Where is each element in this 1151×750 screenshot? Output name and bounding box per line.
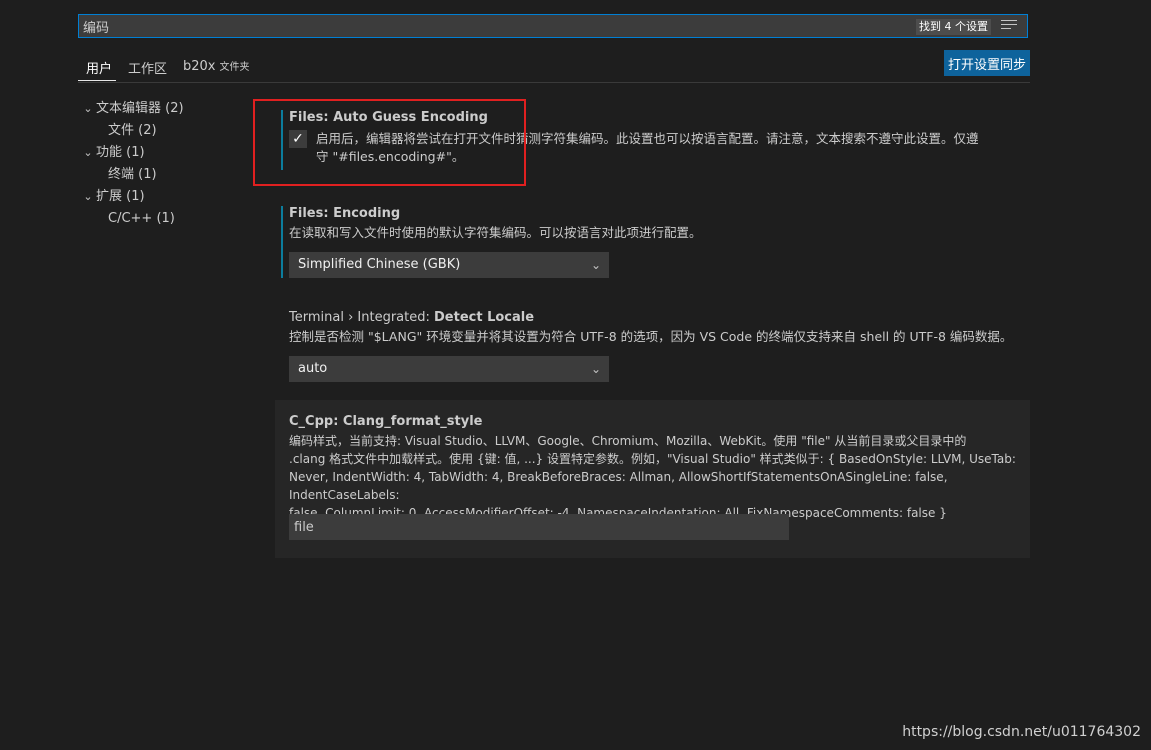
toc-item-files[interactable]: 文件 (2) <box>80 120 260 142</box>
chevron-down-icon: ⌄ <box>83 146 93 159</box>
encoding-select[interactable]: Simplified Chinese (GBK) ⌄ <box>289 252 609 278</box>
setting-name: Auto Guess Encoding <box>333 110 488 125</box>
check-icon: ✓ <box>292 131 304 147</box>
active-tab-indicator <box>78 80 116 81</box>
toc-item-label: 文件 (2) <box>108 123 157 138</box>
clang-format-style-input[interactable] <box>289 514 789 540</box>
description-line: 启用后，编辑器将尝试在打开文件时猜测字符集编码。此设置也可以按语言配置。请注意，… <box>316 131 979 146</box>
setting-category: Files: <box>289 110 334 125</box>
setting-title: Files: Auto Guess Encoding <box>289 108 1029 128</box>
chevron-down-icon: ⌄ <box>83 102 93 115</box>
tab-folder-sub: 文件夹 <box>219 62 250 73</box>
select-value: auto <box>298 361 328 376</box>
chevron-down-icon: ⌄ <box>83 190 93 203</box>
settings-search-box[interactable]: 找到 4 个设置 <box>78 14 1028 38</box>
detect-locale-select[interactable]: auto ⌄ <box>289 356 609 382</box>
tab-folder[interactable]: b20x 文件夹 <box>183 58 250 74</box>
setting-description: 控制是否检测 "$LANG" 环境变量并将其设置为符合 UTF-8 的选项，因为… <box>289 329 1013 344</box>
toc-item-label: 扩展 (1) <box>96 189 145 204</box>
setting-title: C_Cpp: Clang_format_style <box>289 412 1024 432</box>
toc-item-label: 终端 (1) <box>108 167 157 182</box>
description-line: Never, IndentWidth: 4, TabWidth: 4, Brea… <box>289 470 948 502</box>
toc-item-text-editor[interactable]: ⌄ 文本编辑器 (2) <box>80 98 260 120</box>
tab-workspace[interactable]: 工作区 <box>128 58 167 77</box>
toc-item-features[interactable]: ⌄ 功能 (1) <box>80 142 260 164</box>
chevron-down-icon: ⌄ <box>590 258 601 272</box>
setting-category: Terminal › Integrated: <box>289 310 434 325</box>
setting-name: Encoding <box>333 206 401 221</box>
setting-category: Files: <box>289 206 334 221</box>
tab-divider <box>78 82 1030 83</box>
toc-item-extensions[interactable]: ⌄ 扩展 (1) <box>80 186 260 208</box>
toc-item-label: 文本编辑器 (2) <box>96 101 184 116</box>
setting-description: 编码样式，当前支持: Visual Studio、LLVM、Google、Chr… <box>289 432 1024 522</box>
description-line: 编码样式，当前支持: Visual Studio、LLVM、Google、Chr… <box>289 434 967 448</box>
setting-detect-locale: Terminal › Integrated: Detect Locale 控制是… <box>289 308 1029 346</box>
setting-description: 在读取和写入文件时使用的默认字符集编码。可以按语言对此项进行配置。 <box>289 225 702 240</box>
toc-item-terminal[interactable]: 终端 (1) <box>80 164 260 186</box>
description-line: 守 "#files.encoding#"。 <box>316 149 465 164</box>
toc-item-label: 功能 (1) <box>96 145 145 160</box>
settings-toc: ⌄ 文本编辑器 (2) 文件 (2) ⌄ 功能 (1) 终端 (1) ⌄ 扩展 (1)… <box>80 98 260 230</box>
select-value: Simplified Chinese (GBK) <box>298 257 461 272</box>
result-count-badge: 找到 4 个设置 <box>916 19 991 35</box>
setting-name: Detect Locale <box>434 310 535 325</box>
chevron-down-icon: ⌄ <box>590 362 601 376</box>
setting-clang-format-style: C_Cpp: Clang_format_style 编码样式，当前支持: Vis… <box>289 412 1024 522</box>
setting-title: Terminal › Integrated: Detect Locale <box>289 308 1029 328</box>
setting-name: Clang_format_style <box>342 414 483 429</box>
auto-guess-encoding-checkbox[interactable]: ✓ <box>289 130 307 148</box>
setting-files-encoding: Files: Encoding 在读取和写入文件时使用的默认字符集编码。可以按语… <box>289 204 1029 242</box>
open-settings-sync-button[interactable]: 打开设置同步 <box>944 50 1030 76</box>
description-line: .clang 格式文件中加载样式。使用 {键: 值, ...} 设置特定参数。例… <box>289 452 1016 466</box>
search-input[interactable] <box>83 17 883 35</box>
toc-item-label: C/C++ (1) <box>108 211 175 226</box>
setting-auto-guess-encoding: Files: Auto Guess Encoding ✓ 启用后，编辑器将尝试在… <box>289 108 1029 178</box>
tab-user[interactable]: 用户 <box>86 58 112 77</box>
toc-item-cpp[interactable]: C/C++ (1) <box>80 208 260 230</box>
filter-icon[interactable] <box>1001 20 1017 34</box>
setting-description: 启用后，编辑器将尝试在打开文件时猜测字符集编码。此设置也可以按语言配置。请注意，… <box>316 130 1036 166</box>
tab-folder-label: b20x <box>183 59 216 74</box>
setting-title: Files: Encoding <box>289 204 1029 224</box>
watermark: https://blog.csdn.net/u011764302 <box>902 724 1141 740</box>
modified-indicator <box>281 110 283 170</box>
modified-indicator <box>281 206 283 278</box>
settings-scope-tabs: 用户 工作区 b20x 文件夹 <box>78 52 378 82</box>
setting-category: C_Cpp: <box>289 414 343 429</box>
